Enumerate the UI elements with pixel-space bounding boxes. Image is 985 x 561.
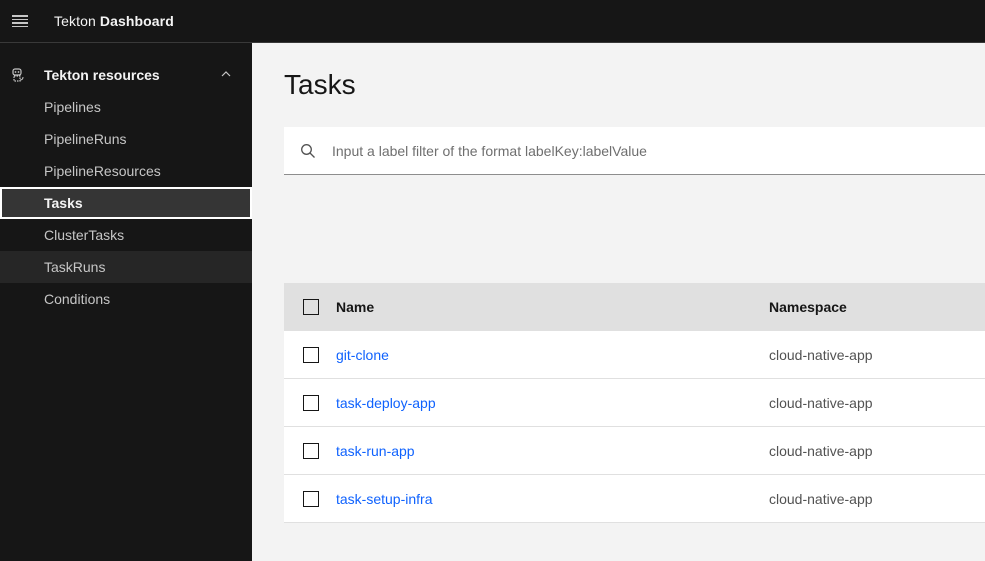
row-checkbox[interactable] (303, 491, 319, 507)
app-title[interactable]: Tekton Dashboard (54, 13, 174, 29)
sidebar-item-label: PipelineRuns (44, 131, 127, 147)
table-header: Name Namespace (284, 283, 985, 331)
sidebar-item-pipelineruns[interactable]: PipelineRuns (0, 123, 252, 155)
app-header: Tekton Dashboard (0, 0, 985, 43)
sidebar-section-label: Tekton resources (44, 67, 160, 83)
task-name-link[interactable]: git-clone (336, 331, 389, 379)
sidebar-item-label: PipelineResources (44, 163, 161, 179)
chevron-up-icon[interactable] (221, 71, 231, 77)
task-namespace: cloud-native-app (769, 491, 873, 507)
sidebar-item-conditions[interactable]: Conditions (0, 283, 252, 315)
label-filter-input[interactable] (332, 127, 972, 174)
sidebar-item-label: Tasks (44, 195, 83, 211)
row-checkbox[interactable] (303, 443, 319, 459)
tekton-cat-icon (12, 68, 24, 82)
tasks-table: Name Namespace git-clone cloud-native-ap… (284, 283, 985, 523)
task-namespace: cloud-native-app (769, 395, 873, 411)
menu-button[interactable] (0, 0, 40, 42)
sidebar-item-taskruns[interactable]: TaskRuns (0, 251, 252, 283)
task-namespace: cloud-native-app (769, 347, 873, 363)
task-name-link[interactable]: task-deploy-app (336, 379, 436, 427)
task-namespace: cloud-native-app (769, 443, 873, 459)
label-filter-search (284, 127, 985, 175)
main-content: Tasks Name Namespace git-clone cloud-nat… (252, 43, 985, 561)
select-all-checkbox[interactable] (303, 299, 319, 315)
table-row: task-run-app cloud-native-app (284, 427, 985, 475)
table-row: task-deploy-app cloud-native-app (284, 379, 985, 427)
sidebar-item-pipelines[interactable]: Pipelines (0, 91, 252, 123)
task-name-link[interactable]: task-run-app (336, 427, 415, 475)
row-checkbox[interactable] (303, 395, 319, 411)
sidebar-item-tasks[interactable]: Tasks (0, 187, 252, 219)
sidebar-item-pipelineresources[interactable]: PipelineResources (0, 155, 252, 187)
hamburger-menu-icon (12, 15, 28, 27)
column-header-name[interactable]: Name (336, 283, 374, 331)
app-title-bold: Dashboard (99, 13, 174, 29)
task-name-link[interactable]: task-setup-infra (336, 475, 432, 523)
table-row: task-setup-infra cloud-native-app (284, 475, 985, 523)
sidebar-item-label: Pipelines (44, 99, 101, 115)
app-title-prefix: Tekton (54, 13, 96, 29)
search-icon (301, 144, 315, 158)
row-checkbox[interactable] (303, 347, 319, 363)
sidebar-section-tekton-resources[interactable]: Tekton resources (0, 59, 252, 91)
sidebar-item-label: ClusterTasks (44, 227, 125, 243)
sidebar-item-label: TaskRuns (44, 259, 106, 275)
column-header-namespace[interactable]: Namespace (769, 283, 847, 331)
sidebar: Tekton resources Pipelines PipelineRuns … (0, 43, 252, 561)
sidebar-item-clustertasks[interactable]: ClusterTasks (0, 219, 252, 251)
sidebar-item-label: Conditions (44, 291, 111, 307)
page-title: Tasks (284, 69, 356, 100)
table-row: git-clone cloud-native-app (284, 331, 985, 379)
